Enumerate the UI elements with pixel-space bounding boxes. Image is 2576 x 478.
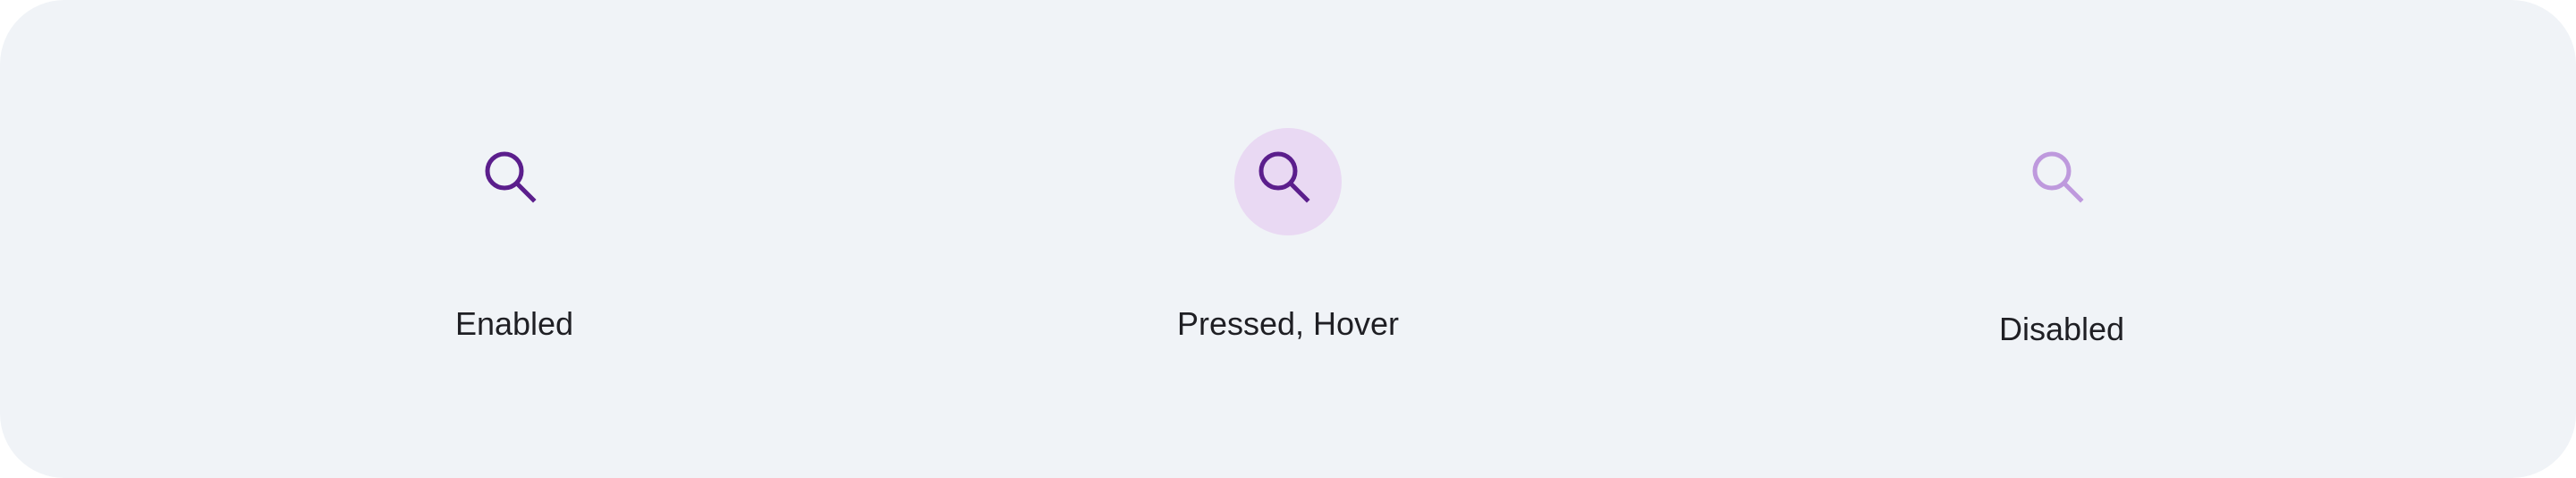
icon-button-disabled	[2008, 128, 2115, 235]
search-icon	[1258, 151, 1310, 203]
search-icon	[485, 151, 537, 203]
icon-button-states-panel: Enabled Pressed, Hover Disabled	[0, 0, 2576, 478]
state-enabled: Enabled	[246, 0, 783, 478]
state-pressed-hover: Pressed, Hover	[1020, 0, 1556, 478]
state-label: Disabled	[1998, 311, 2125, 347]
state-disabled: Disabled	[1793, 0, 2330, 478]
state-label: Enabled	[454, 305, 574, 342]
icon-button-enabled[interactable]	[461, 128, 568, 235]
icon-button-pressed-hover[interactable]	[1234, 128, 1342, 235]
search-icon	[2032, 151, 2084, 203]
state-label: Pressed, Hover	[1176, 305, 1400, 342]
